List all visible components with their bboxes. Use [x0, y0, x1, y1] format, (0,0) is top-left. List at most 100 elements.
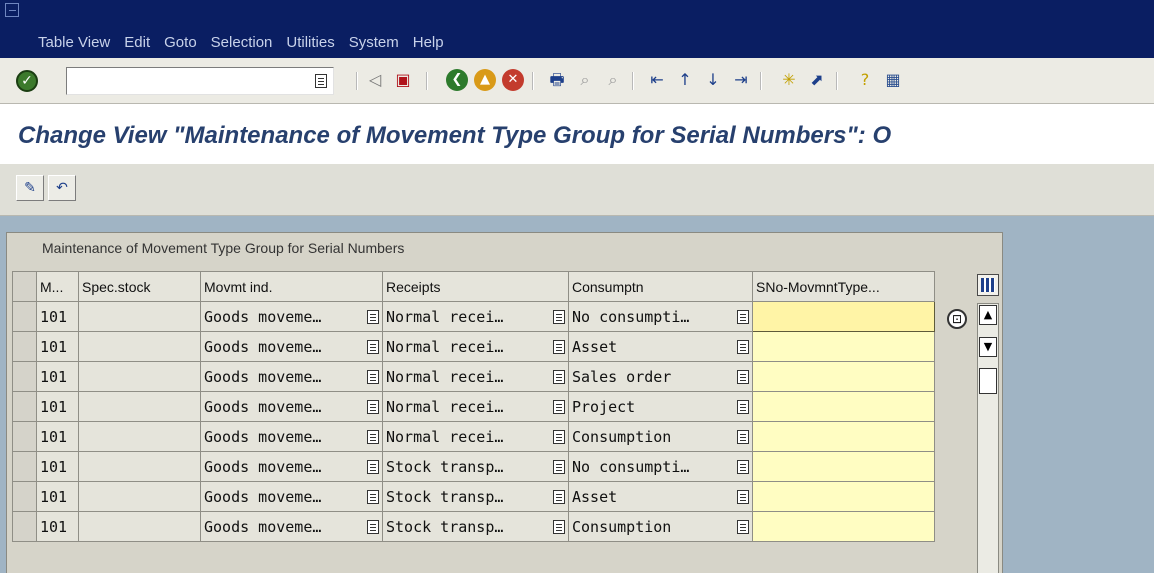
dropdown-icon[interactable] — [367, 489, 379, 504]
receipts-value: Normal recei… — [386, 427, 504, 446]
spec-stock-cell — [78, 511, 201, 542]
dropdown-icon[interactable] — [367, 339, 379, 354]
dropdown-icon[interactable] — [737, 519, 749, 534]
column-header-movement-type[interactable]: M... — [36, 271, 79, 302]
row-selector[interactable] — [12, 331, 37, 362]
scroll-thumb[interactable] — [979, 368, 997, 394]
spec-stock-cell — [78, 361, 201, 392]
movement-type-cell: 101 — [36, 451, 79, 482]
application-toolbar: ✎ ↶ — [0, 164, 1154, 216]
select-all-button[interactable] — [12, 271, 37, 302]
last-page-icon[interactable]: ⇥ — [730, 69, 752, 91]
first-page-icon[interactable]: ⇤ — [646, 69, 668, 91]
value-help-icon[interactable]: ⊡ — [947, 309, 967, 329]
sno-movement-type-input[interactable] — [752, 361, 935, 392]
save-icon[interactable]: ▣ — [392, 69, 414, 91]
help-icon[interactable]: ? — [854, 69, 876, 91]
customize-layout-icon[interactable]: ▦ — [882, 69, 904, 91]
receipts-value: Normal recei… — [386, 397, 504, 416]
check-icon[interactable]: ✓ — [16, 70, 38, 92]
shortcut-icon[interactable]: ⬈ — [806, 69, 828, 91]
receipts-cell: Stock transp… — [382, 511, 569, 542]
spec-stock-cell — [78, 421, 201, 452]
toolbar-separator — [632, 72, 634, 90]
cancel-icon[interactable]: ✕ — [502, 69, 524, 91]
sno-movement-type-input[interactable] — [752, 451, 935, 482]
spec-stock-cell — [78, 451, 201, 482]
dropdown-icon[interactable] — [367, 429, 379, 444]
menu-goto[interactable]: Goto — [164, 34, 197, 51]
dropdown-icon[interactable] — [553, 399, 565, 414]
dropdown-icon[interactable] — [315, 74, 327, 88]
menu-system[interactable]: System — [349, 34, 399, 51]
exit-icon[interactable]: ▲ — [474, 69, 496, 91]
menu-utilities[interactable]: Utilities — [286, 34, 334, 51]
consumption-value: No consumpti… — [572, 457, 690, 476]
edit-pencil-icon[interactable]: ✎ — [16, 175, 44, 201]
column-header-movement-indicator[interactable]: Movmt ind. — [200, 271, 383, 302]
dropdown-icon[interactable] — [367, 519, 379, 534]
scroll-up-icon[interactable]: ▲ — [979, 305, 997, 325]
column-header-spec-stock[interactable]: Spec.stock — [78, 271, 201, 302]
menu-help[interactable]: Help — [413, 34, 444, 51]
dropdown-icon[interactable] — [553, 369, 565, 384]
column-settings-icon[interactable] — [977, 274, 999, 296]
row-selector[interactable] — [12, 391, 37, 422]
dropdown-icon[interactable] — [737, 399, 749, 414]
dropdown-icon[interactable] — [737, 309, 749, 324]
sno-movement-type-input[interactable] — [752, 391, 935, 422]
dropdown-icon[interactable] — [737, 369, 749, 384]
dropdown-icon[interactable] — [737, 489, 749, 504]
print-icon[interactable]: 🖶 — [546, 69, 568, 91]
row-selector[interactable] — [12, 451, 37, 482]
movement-indicator-cell: Goods moveme… — [200, 361, 383, 392]
movement-indicator-value: Goods moveme… — [204, 487, 322, 506]
consumption-cell: Asset — [568, 481, 753, 512]
consumption-cell: No consumpti… — [568, 301, 753, 332]
window-menu-icon[interactable] — [5, 3, 19, 17]
consumption-value: No consumpti… — [572, 307, 690, 326]
row-selector[interactable] — [12, 481, 37, 512]
sno-movement-type-input[interactable] — [752, 481, 935, 512]
menu-table-view[interactable]: Table View — [38, 34, 110, 51]
chevron-left-icon[interactable]: ◁ — [364, 69, 386, 91]
scroll-down-icon[interactable]: ▼ — [979, 337, 997, 357]
column-header-sno-movement-type[interactable]: SNo-MovmntType... — [752, 271, 935, 302]
dropdown-icon[interactable] — [553, 339, 565, 354]
previous-page-icon[interactable]: ↑ — [674, 69, 696, 91]
next-page-icon[interactable]: ↓ — [702, 69, 724, 91]
vertical-scrollbar[interactable]: ▲ ▼ — [977, 303, 999, 573]
column-header-consumption[interactable]: Consumptn — [568, 271, 753, 302]
dropdown-icon[interactable] — [367, 399, 379, 414]
consumption-value: Project — [572, 397, 636, 416]
dropdown-icon[interactable] — [737, 339, 749, 354]
undo-change-icon[interactable]: ↶ — [48, 175, 76, 201]
create-session-icon[interactable]: ✳ — [778, 69, 800, 91]
sno-movement-type-input[interactable] — [752, 421, 935, 452]
back-icon[interactable]: ❮ — [446, 69, 468, 91]
menu-edit[interactable]: Edit — [124, 34, 150, 51]
menu-selection[interactable]: Selection — [211, 34, 273, 51]
row-selector[interactable] — [12, 511, 37, 542]
sno-movement-type-input[interactable] — [752, 331, 935, 362]
dropdown-icon[interactable] — [553, 489, 565, 504]
row-selector[interactable] — [12, 361, 37, 392]
dropdown-icon[interactable] — [553, 519, 565, 534]
row-selector[interactable] — [12, 301, 37, 332]
movement-indicator-cell: Goods moveme… — [200, 481, 383, 512]
dropdown-icon[interactable] — [553, 309, 565, 324]
command-field[interactable] — [66, 67, 334, 95]
sno-movement-type-input[interactable] — [752, 511, 935, 542]
movement-type-cell: 101 — [36, 481, 79, 512]
row-selector[interactable] — [12, 421, 37, 452]
sno-movement-type-input[interactable] — [752, 301, 935, 332]
dropdown-icon[interactable] — [367, 369, 379, 384]
dropdown-icon[interactable] — [367, 459, 379, 474]
dropdown-icon[interactable] — [367, 309, 379, 324]
dropdown-icon[interactable] — [737, 429, 749, 444]
column-header-receipts[interactable]: Receipts — [382, 271, 569, 302]
movement-indicator-cell: Goods moveme… — [200, 391, 383, 422]
dropdown-icon[interactable] — [553, 429, 565, 444]
dropdown-icon[interactable] — [737, 459, 749, 474]
dropdown-icon[interactable] — [553, 459, 565, 474]
